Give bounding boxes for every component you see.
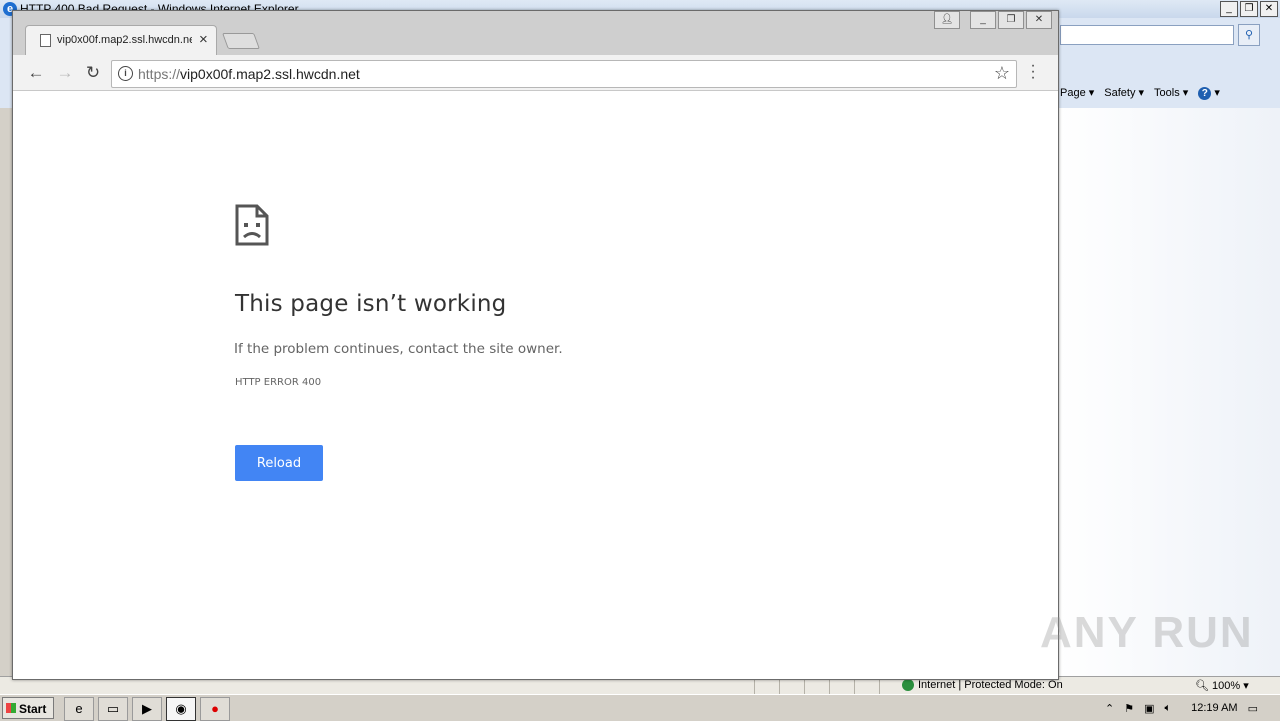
info-icon[interactable]: i [118, 66, 133, 81]
media-player-icon[interactable]: ▶ [132, 697, 162, 721]
tab-close-icon[interactable]: × [199, 31, 208, 48]
help-icon: ? [1198, 87, 1212, 100]
reload-icon[interactable]: ↻ [82, 62, 104, 84]
ie-menu-safety[interactable]: Safety ▾ [1104, 86, 1144, 100]
restore-button[interactable]: ❐ [998, 11, 1024, 29]
reload-button[interactable]: Reload [235, 445, 323, 481]
chrome-taskbar-icon[interactable]: ◉ [166, 697, 196, 721]
ie-search-input[interactable] [1060, 25, 1234, 45]
tab-active[interactable]: vip0x00f.map2.ssl.hwcdn.net × [25, 25, 217, 56]
ie-menu-page[interactable]: Page ▾ [1060, 86, 1094, 100]
minimize-button[interactable]: _ [970, 11, 996, 29]
error-code: HTTP ERROR 400 [235, 377, 322, 388]
ie-security-zone: Internet | Protected Mode: On [902, 679, 1063, 691]
system-tray: ⌃ ⚑ ▣ 🔈︎ 12:19 AM ▭ [1105, 697, 1258, 719]
taskbar: Start e ▭ ▶ ◉ ● ⌃ ⚑ ▣ 🔈︎ 12:19 AM ▭ [0, 694, 1280, 721]
folder-icon[interactable]: ▭ [98, 697, 128, 721]
error-message: If the problem continues, contact the si… [234, 341, 563, 357]
url-text[interactable]: https://vip0x00f.map2.ssl.hwcdn.net [138, 66, 360, 82]
ie-minimize-button[interactable]: _ [1220, 1, 1238, 17]
flag-icon[interactable]: ⚑ [1124, 702, 1134, 715]
address-bar[interactable]: i https://vip0x00f.map2.ssl.hwcdn.net ☆ [111, 60, 1017, 88]
volume-icon[interactable]: 🔈︎ [1165, 702, 1172, 715]
start-button[interactable]: Start [2, 697, 54, 719]
ie-menu-tools[interactable]: Tools ▾ [1154, 86, 1188, 100]
page-title: This page isn’t working [235, 291, 507, 317]
ie-zoom-level[interactable]: 🔍︎ 100% ▾ [1195, 679, 1249, 692]
menu-dots-icon[interactable]: · · · [1028, 58, 1038, 86]
network-icon[interactable]: ▣ [1144, 702, 1154, 715]
clock[interactable]: 12:19 AM [1191, 702, 1237, 714]
ie-command-bar: Page ▾ Safety ▾ Tools ▾ ? ▾ [1060, 86, 1220, 100]
forward-arrow-icon[interactable]: → [54, 62, 76, 84]
bookmark-star-icon[interactable]: ☆ [994, 63, 1010, 84]
tab-strip: vip0x00f.map2.ssl.hwcdn.net × 👤︎ _ ❐ ✕ [13, 11, 1058, 56]
new-tab-button[interactable] [222, 33, 260, 49]
ie-close-button[interactable]: ✕ [1260, 1, 1278, 17]
watermark: ANY RUN [1040, 608, 1254, 657]
ie-menu-help[interactable]: ? ▾ [1198, 86, 1220, 100]
page-content: This page isn’t working If the problem c… [13, 91, 1058, 679]
tab-title: vip0x00f.map2.ssl.hwcdn.net [57, 34, 192, 46]
ie-taskbar-icon[interactable]: e [64, 697, 94, 721]
sad-page-icon [235, 204, 269, 246]
chrome-window: vip0x00f.map2.ssl.hwcdn.net × 👤︎ _ ❐ ✕ ←… [12, 10, 1059, 680]
page-icon [40, 34, 51, 47]
search-icon[interactable]: ⚲ [1238, 24, 1260, 46]
profile-icon[interactable]: 👤︎ [934, 11, 960, 29]
back-arrow-icon[interactable]: ← [25, 62, 47, 84]
ie-page-area [1058, 108, 1280, 676]
tray-expand-icon[interactable]: ⌃ [1105, 702, 1114, 715]
magnifier-icon: 🔍︎ [1195, 680, 1209, 692]
chrome-toolbar: ← → ↻ i https://vip0x00f.map2.ssl.hwcdn.… [13, 55, 1058, 91]
ie-maximize-button[interactable]: ❐ [1240, 1, 1258, 17]
globe-icon [902, 679, 914, 691]
close-button[interactable]: ✕ [1026, 11, 1052, 29]
stop-icon[interactable]: ● [200, 697, 230, 721]
show-desktop-icon[interactable]: ▭ [1248, 702, 1258, 715]
